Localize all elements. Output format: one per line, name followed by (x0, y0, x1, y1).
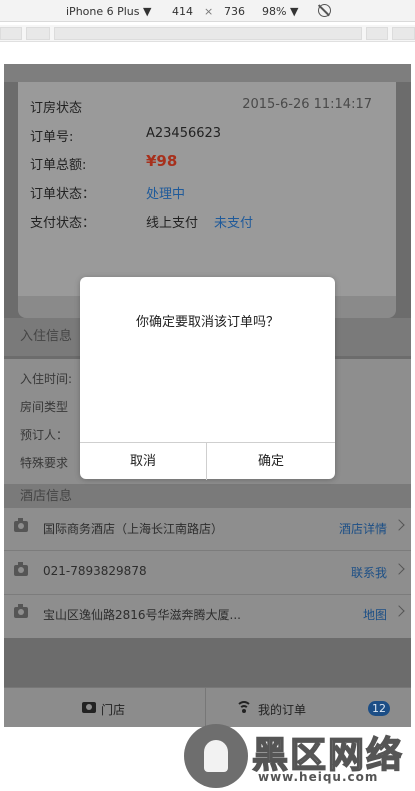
watermark-url: www.heiqu.com (258, 770, 379, 784)
rotate-icon[interactable] (318, 4, 331, 17)
times-symbol: × (204, 5, 214, 18)
order-datetime: 2015-6-26 11:14:17 (242, 97, 372, 112)
hotel-address-row[interactable]: 宝山区逸仙路2816号华滋奔腾大厦... 地图 (4, 594, 411, 637)
special-label: 特殊要求 (20, 456, 69, 470)
dialog-message: 你确定要取消该订单吗？ (135, 315, 279, 330)
order-section-title: 订房状态 (30, 101, 83, 116)
page-top-strip (4, 64, 411, 82)
dialog-buttons: 取消 确定 (80, 442, 335, 480)
media-query-bar (0, 25, 415, 42)
zoom-select[interactable]: 98% ▼ (262, 5, 298, 18)
confirm-button[interactable]: 确定 (207, 443, 335, 480)
tab-store-label: 门店 (101, 703, 126, 717)
bottom-tab-bar: 门店 我的订单 12 (4, 687, 411, 727)
camera-icon (14, 518, 28, 532)
width-field[interactable]: 414 (172, 5, 193, 18)
cancel-button[interactable]: 取消 (80, 443, 207, 480)
contact-link[interactable]: 联系我 (351, 564, 387, 581)
pay-method: 线上支付 (146, 216, 199, 231)
chevron-right-icon (393, 605, 405, 617)
wifi-icon (236, 700, 252, 716)
order-total-label: 订单总额: (30, 158, 87, 173)
room-type-label: 房间类型 (20, 400, 69, 414)
camera-icon (14, 562, 28, 576)
map-link[interactable]: 地图 (363, 606, 387, 623)
watermark: 黑区网络 www.heiqu.com (178, 724, 415, 791)
hotel-info: 国际商务酒店（上海长江南路店） 酒店详情 021-7893829878 联系我 … (4, 508, 411, 638)
tab-store[interactable]: 门店 (4, 688, 206, 727)
checkin-label: 入住时间: (20, 372, 73, 386)
order-status-value: 处理中 (146, 187, 186, 202)
confirm-dialog: 你确定要取消该订单吗？ 取消 确定 (80, 277, 335, 480)
booker-label: 预订人： (20, 428, 69, 442)
hotel-phone-row[interactable]: 021-7893829878 联系我 (4, 552, 411, 595)
tab-my-orders[interactable]: 我的订单 12 (206, 688, 411, 727)
camera-icon (82, 702, 96, 713)
chevron-right-icon (393, 519, 405, 531)
chevron-right-icon (393, 563, 405, 575)
hotel-name: 国际商务酒店（上海长江南路店） (43, 522, 224, 536)
order-total-value: ¥98 (146, 152, 178, 170)
device-select[interactable]: iPhone 6 Plus ▼ (66, 5, 151, 18)
pay-status-value: 未支付 (214, 216, 254, 231)
guest-section-title: 入住信息 (20, 329, 73, 344)
hotel-name-row[interactable]: 国际商务酒店（上海长江南路店） 酒店详情 (4, 508, 411, 551)
order-no-label: 订单号: (30, 130, 74, 145)
hotel-section-title: 酒店信息 (20, 489, 73, 504)
order-count-badge: 12 (368, 701, 390, 716)
hotel-address: 宝山区逸仙路2816号华滋奔腾大厦... (43, 608, 241, 622)
hotel-detail-link[interactable]: 酒店详情 (339, 520, 387, 537)
camera-icon (14, 604, 28, 618)
device-toolbar: iPhone 6 Plus ▼ 414 × 736 98% ▼ (0, 0, 415, 22)
order-status-label: 订单状态： (30, 187, 96, 202)
tab-my-orders-label: 我的订单 (258, 703, 307, 717)
order-no-value: A23456623 (146, 126, 222, 141)
hotel-phone: 021-7893829878 (43, 564, 147, 578)
pay-status-label: 支付状态： (30, 216, 96, 231)
height-field[interactable]: 736 (224, 5, 245, 18)
watermark-logo (184, 724, 248, 788)
